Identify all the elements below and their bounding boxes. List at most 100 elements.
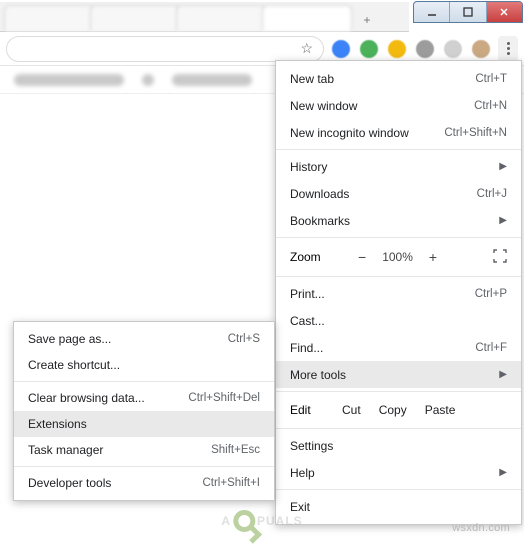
zoom-value: 100% [382, 250, 413, 264]
shortcut-text: Ctrl+Shift+N [444, 127, 507, 139]
window-controls [413, 1, 523, 23]
bookmark-star-icon[interactable]: ☆ [300, 40, 313, 57]
submenu-arrow-icon: ▶ [499, 467, 507, 478]
browser-tab[interactable] [90, 5, 180, 31]
menu-separator [276, 428, 521, 429]
extension-icons [332, 40, 490, 58]
menu-more-tools[interactable]: More tools ▶ [276, 361, 521, 388]
menu-label: Downloads [290, 187, 477, 201]
shortcut-text: Ctrl+S [228, 333, 260, 345]
menu-label: New tab [290, 72, 475, 86]
edit-label: Edit [290, 403, 324, 417]
shortcut-text: Ctrl+T [475, 73, 507, 85]
close-button[interactable] [486, 2, 522, 22]
minimize-button[interactable] [414, 2, 449, 22]
extension-icon[interactable] [332, 40, 350, 58]
bookmark-item[interactable] [172, 74, 252, 86]
menu-settings[interactable]: Settings [276, 432, 521, 459]
extension-icon[interactable] [416, 40, 434, 58]
menu-help[interactable]: Help ▶ [276, 459, 521, 486]
new-tab-button[interactable]: + [354, 9, 380, 31]
menu-label: Bookmarks [290, 214, 493, 228]
menu-label: Exit [290, 500, 507, 514]
menu-edit-row: Edit Cut Copy Paste [276, 395, 521, 425]
address-bar[interactable]: ☆ [6, 36, 324, 62]
tab-strip: + [0, 2, 409, 32]
menu-zoom: Zoom − 100% + [276, 241, 521, 273]
submenu-clear-data[interactable]: Clear browsing data...Ctrl+Shift+Del [14, 385, 274, 411]
menu-history[interactable]: History ▶ [276, 153, 521, 180]
shortcut-text: Ctrl+J [477, 188, 507, 200]
extension-icon[interactable] [360, 40, 378, 58]
zoom-out-button[interactable]: − [358, 249, 366, 265]
menu-label: Clear browsing data... [28, 391, 188, 405]
menu-label: Settings [290, 439, 507, 453]
menu-print[interactable]: Print...Ctrl+P [276, 280, 521, 307]
menu-separator [276, 237, 521, 238]
submenu-save-page[interactable]: Save page as...Ctrl+S [14, 326, 274, 352]
edit-copy[interactable]: Copy [379, 403, 407, 417]
menu-exit[interactable]: Exit [276, 493, 521, 520]
menu-separator [14, 381, 274, 382]
submenu-arrow-icon: ▶ [499, 161, 507, 172]
browser-tab[interactable] [4, 5, 94, 31]
extension-icon[interactable] [388, 40, 406, 58]
bookmark-item[interactable] [14, 74, 124, 86]
chrome-menu-button[interactable] [498, 36, 518, 62]
edit-cut[interactable]: Cut [342, 403, 361, 417]
maximize-button[interactable] [449, 2, 485, 22]
menu-label: New incognito window [290, 126, 444, 140]
logo-text: A [221, 514, 231, 528]
menu-cast[interactable]: Cast... [276, 307, 521, 334]
menu-find[interactable]: Find...Ctrl+F [276, 334, 521, 361]
edit-paste[interactable]: Paste [425, 403, 456, 417]
submenu-arrow-icon: ▶ [499, 369, 507, 380]
extension-icon[interactable] [444, 40, 462, 58]
menu-downloads[interactable]: DownloadsCtrl+J [276, 180, 521, 207]
zoom-in-button[interactable]: + [429, 249, 437, 265]
menu-incognito[interactable]: New incognito windowCtrl+Shift+N [276, 119, 521, 146]
menu-label: Find... [290, 341, 475, 355]
submenu-extensions[interactable]: Extensions [14, 411, 274, 437]
menu-label: Developer tools [28, 476, 202, 490]
watermark-text: wsxdn.com [452, 522, 510, 534]
browser-tab[interactable] [262, 5, 352, 31]
more-tools-submenu: Save page as...Ctrl+S Create shortcut...… [13, 321, 275, 501]
menu-label: History [290, 160, 493, 174]
shortcut-text: Ctrl+P [475, 288, 507, 300]
submenu-create-shortcut[interactable]: Create shortcut... [14, 352, 274, 378]
fullscreen-icon[interactable] [493, 249, 507, 266]
shortcut-text: Ctrl+Shift+I [202, 477, 260, 489]
submenu-developer-tools[interactable]: Developer toolsCtrl+Shift+I [14, 470, 274, 496]
appuals-logo: A PUALS [221, 510, 302, 532]
menu-separator [276, 276, 521, 277]
submenu-arrow-icon: ▶ [499, 215, 507, 226]
menu-label: More tools [290, 368, 493, 382]
shortcut-text: Ctrl+Shift+Del [188, 392, 260, 404]
menu-separator [276, 391, 521, 392]
submenu-task-manager[interactable]: Task managerShift+Esc [14, 437, 274, 463]
menu-label: Create shortcut... [28, 358, 260, 372]
menu-label: Save page as... [28, 332, 228, 346]
menu-label: Help [290, 466, 493, 480]
menu-label: New window [290, 99, 474, 113]
menu-new-tab[interactable]: New tabCtrl+T [276, 65, 521, 92]
zoom-label: Zoom [290, 250, 344, 264]
logo-text: PUALS [257, 514, 303, 528]
menu-bookmarks[interactable]: Bookmarks ▶ [276, 207, 521, 234]
browser-tab[interactable] [176, 5, 266, 31]
menu-label: Cast... [290, 314, 507, 328]
shortcut-text: Ctrl+N [474, 100, 507, 112]
profile-avatar[interactable] [472, 40, 490, 58]
menu-separator [276, 149, 521, 150]
bookmark-item[interactable] [142, 74, 154, 86]
chrome-menu: New tabCtrl+T New windowCtrl+N New incog… [275, 60, 522, 525]
logo-mark-icon [233, 510, 255, 532]
menu-new-window[interactable]: New windowCtrl+N [276, 92, 521, 119]
menu-separator [276, 489, 521, 490]
shortcut-text: Ctrl+F [475, 342, 507, 354]
menu-label: Print... [290, 287, 475, 301]
shortcut-text: Shift+Esc [211, 444, 260, 456]
menu-separator [14, 466, 274, 467]
menu-label: Task manager [28, 443, 211, 457]
